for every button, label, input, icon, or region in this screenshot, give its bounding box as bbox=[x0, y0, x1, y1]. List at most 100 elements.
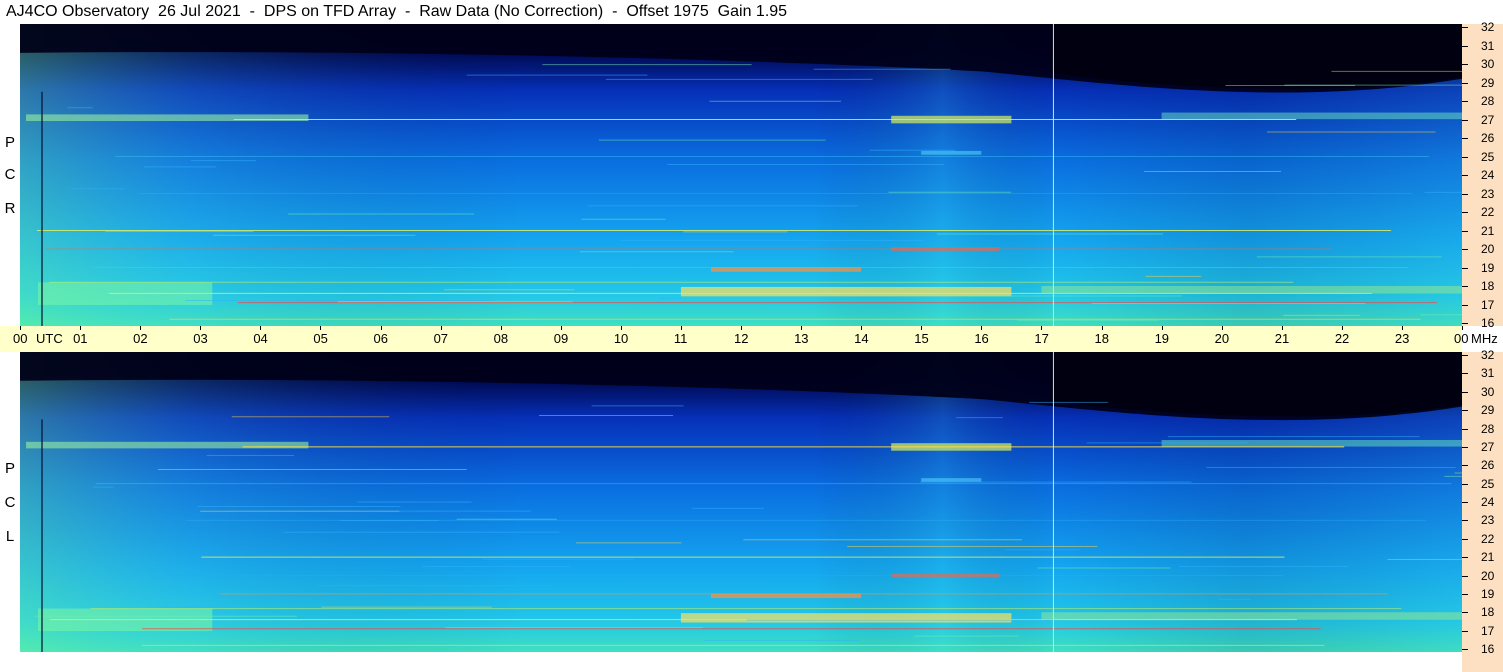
freq-tick-mark bbox=[1462, 612, 1468, 613]
freq-tick-mark bbox=[1462, 83, 1468, 84]
time-tick-label: 12 bbox=[734, 331, 749, 346]
freq-tick-mark bbox=[1462, 120, 1468, 121]
freq-tick-label: 24 bbox=[1481, 168, 1495, 182]
freq-tick-label: 22 bbox=[1481, 531, 1495, 546]
freq-tick-label: 28 bbox=[1481, 421, 1495, 436]
freq-tick-label: 25 bbox=[1481, 149, 1495, 164]
time-tick-mark bbox=[561, 326, 562, 330]
time-tick-mark bbox=[441, 326, 442, 330]
time-tick-mark bbox=[1342, 326, 1343, 330]
freq-tick-label: 22 bbox=[1481, 205, 1495, 219]
time-tick-label: 19 bbox=[1154, 331, 1170, 346]
time-tick-mark bbox=[1041, 326, 1042, 330]
freq-tick-mark bbox=[1462, 46, 1468, 47]
emission-burst bbox=[1041, 612, 1462, 620]
time-tick-mark bbox=[741, 326, 742, 330]
emission-burst bbox=[1041, 286, 1462, 294]
lcp-letter-1: P bbox=[4, 460, 15, 477]
freq-tick-label: 21 bbox=[1481, 223, 1495, 238]
freq-tick-mark bbox=[1462, 520, 1468, 521]
freq-tick-label: 19 bbox=[1481, 260, 1495, 275]
freq-tick-mark bbox=[1462, 594, 1468, 595]
time-tick-label: 20 bbox=[1214, 331, 1230, 346]
freq-tick-label: 23 bbox=[1481, 513, 1495, 528]
time-tick-mark bbox=[20, 326, 21, 330]
left-strip-footer bbox=[0, 652, 20, 672]
freq-tick-label: 30 bbox=[1481, 57, 1495, 71]
freq-tick-label: 31 bbox=[1481, 38, 1495, 53]
freq-tick-mark bbox=[1462, 484, 1468, 485]
freq-tick-label: 30 bbox=[1481, 384, 1495, 399]
freq-tick-mark bbox=[1462, 355, 1468, 356]
freq-tick-mark bbox=[1462, 157, 1468, 158]
time-tick-mark bbox=[320, 326, 321, 330]
cutoff-band-night bbox=[1053, 24, 1462, 89]
freq-tick-mark bbox=[1462, 138, 1468, 139]
freq-axis-unit: MHz bbox=[1471, 331, 1498, 346]
time-tick-label: 10 bbox=[613, 331, 629, 346]
freq-tick-label: 26 bbox=[1481, 458, 1495, 473]
freq-tick-label: 20 bbox=[1481, 568, 1495, 583]
time-tick-mark bbox=[1462, 326, 1463, 330]
freq-tick-mark bbox=[1462, 194, 1468, 195]
freq-tick-mark bbox=[1462, 212, 1468, 213]
time-tick-label: 23 bbox=[1394, 331, 1410, 346]
time-tick-mark bbox=[1102, 326, 1103, 330]
time-axis: 00 01 02 03 04 05 06 07 08 09 10 11 12 13 14 15 16 17 18 19… bbox=[0, 326, 1498, 352]
freq-tick-mark bbox=[1462, 649, 1468, 650]
rcp-spectrogram-svg bbox=[20, 24, 1462, 326]
lcp-spectrogram-svg bbox=[20, 352, 1462, 652]
time-tick-label: 18 bbox=[1094, 331, 1109, 346]
freq-tick-mark bbox=[1462, 268, 1468, 269]
emission-burst bbox=[26, 441, 309, 449]
freq-tick-label: 32 bbox=[1481, 20, 1495, 34]
time-tick-label: 03 bbox=[193, 331, 208, 346]
freq-tick-mark bbox=[1462, 27, 1468, 28]
freq-tick-label: 21 bbox=[1481, 550, 1495, 565]
freq-tick-label: 23 bbox=[1481, 186, 1495, 201]
freq-tick-label: 16 bbox=[1481, 642, 1495, 656]
freq-tick-label: 31 bbox=[1481, 366, 1495, 381]
lcp-letter-2: C bbox=[4, 494, 16, 511]
time-tick-label: 00 bbox=[1454, 331, 1469, 346]
cutoff-band-night bbox=[1053, 352, 1462, 417]
time-tick-label: 07 bbox=[433, 331, 449, 346]
freq-tick-label: 26 bbox=[1481, 131, 1495, 145]
freq-tick-mark bbox=[1462, 429, 1468, 430]
freq-tick-label: 29 bbox=[1481, 75, 1495, 90]
time-tick-mark bbox=[501, 326, 502, 330]
freq-tick-mark bbox=[1462, 64, 1468, 65]
emission-burst bbox=[921, 150, 982, 155]
freq-tick-label: 18 bbox=[1481, 605, 1495, 620]
freq-tick-mark bbox=[1462, 576, 1468, 577]
rcp-letter-2: C bbox=[4, 166, 16, 183]
freq-tick-label: 17 bbox=[1481, 297, 1495, 312]
time-tick-mark bbox=[681, 326, 682, 330]
freq-tick-mark bbox=[1462, 249, 1468, 250]
page-title: AJ4CO Observatory 26 Jul 2021 - DPS on T… bbox=[6, 3, 788, 20]
freq-tick-label: 19 bbox=[1481, 586, 1495, 601]
freq-tick-mark bbox=[1462, 101, 1468, 102]
time-tick-label: 16 bbox=[974, 331, 989, 346]
time-tick-label: 05 bbox=[313, 331, 328, 346]
freq-tick-mark bbox=[1462, 231, 1468, 232]
freq-tick-label: 32 bbox=[1481, 348, 1495, 362]
rcp-letter-3: R bbox=[4, 200, 16, 217]
time-tick-mark bbox=[381, 326, 382, 330]
freq-tick-mark bbox=[1462, 502, 1468, 503]
time-tick-label: 00 bbox=[13, 331, 28, 346]
time-tick-mark bbox=[260, 326, 261, 330]
lcp-letter-3: L bbox=[5, 528, 15, 545]
time-tick-mark bbox=[921, 326, 922, 330]
freq-tick-mark bbox=[1462, 286, 1468, 287]
freq-tick-mark bbox=[1462, 392, 1468, 393]
time-tick-mark bbox=[200, 326, 201, 330]
time-tick-mark bbox=[1402, 326, 1403, 330]
freq-tick-mark bbox=[1462, 447, 1468, 448]
time-tick-label: 01 bbox=[73, 331, 88, 346]
freq-tick-label: 27 bbox=[1481, 439, 1495, 454]
time-tick-label: 06 bbox=[373, 331, 388, 346]
time-tick-label: 21 bbox=[1274, 331, 1290, 346]
time-tick-label: 04 bbox=[253, 331, 268, 346]
lcp-spectrogram bbox=[20, 352, 1462, 652]
